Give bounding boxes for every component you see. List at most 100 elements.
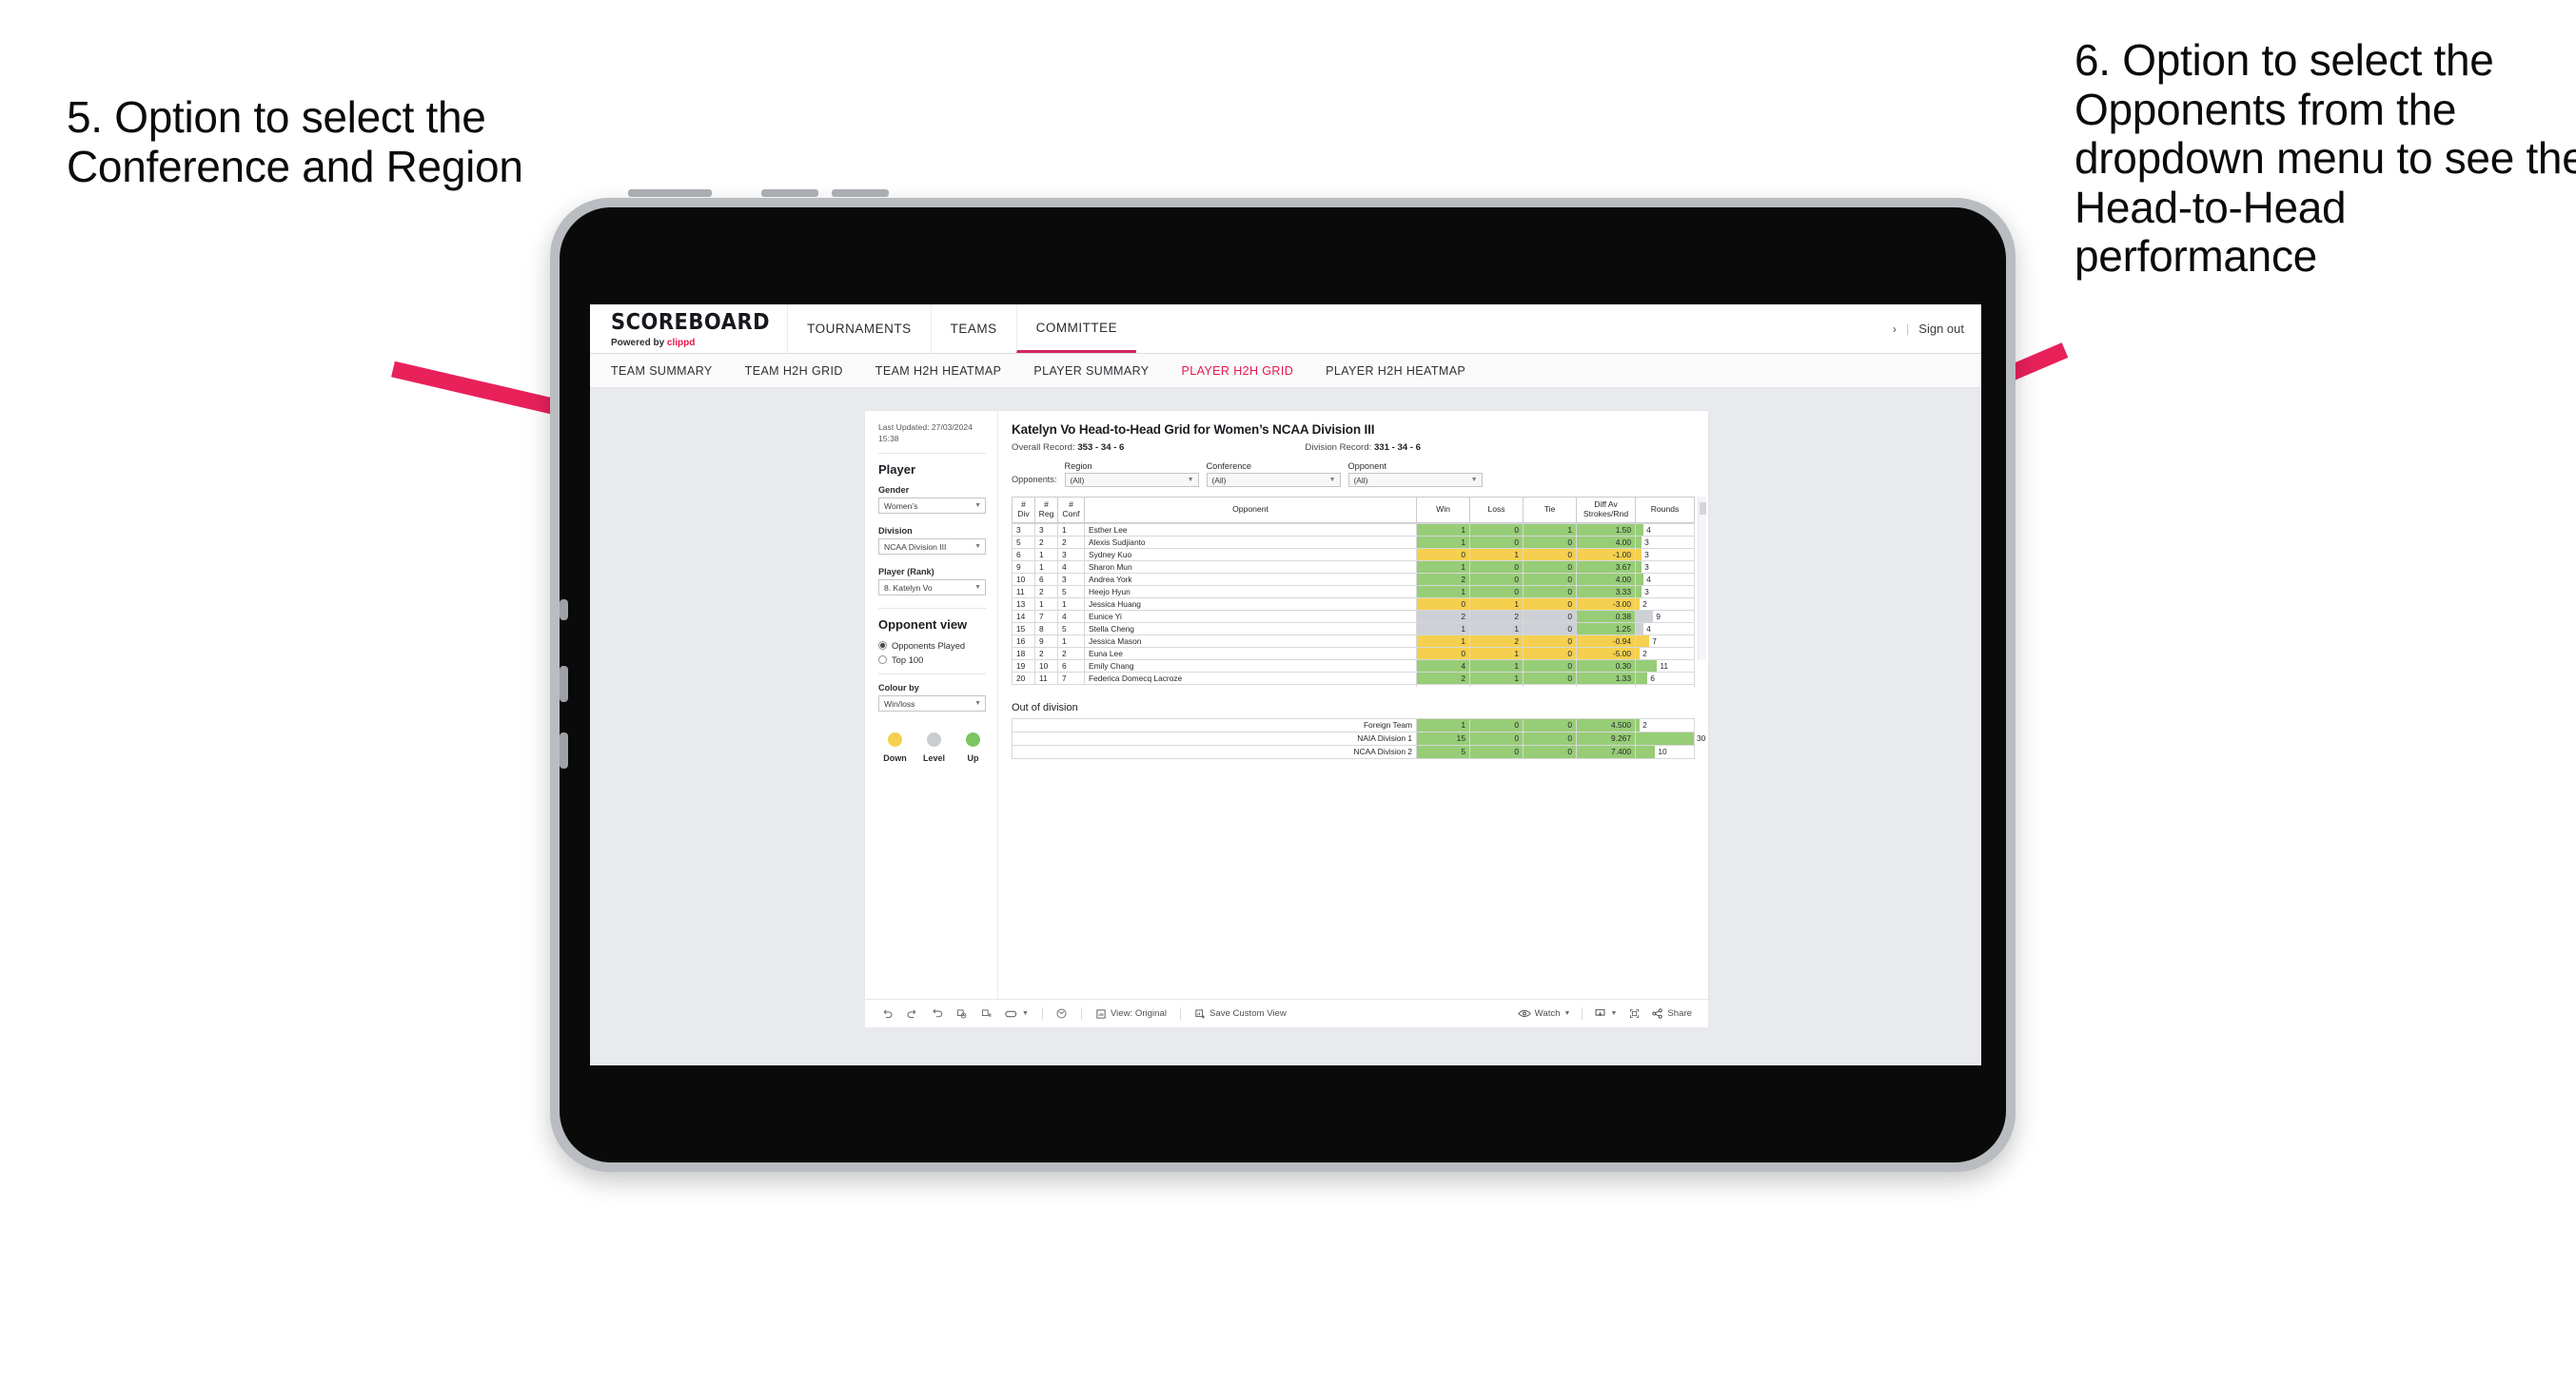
cell-reg: 8 [1034, 621, 1058, 635]
radio-icon-unselected [878, 655, 887, 665]
conference-filter-select[interactable]: (All) ▼ [1206, 473, 1341, 487]
globe-icon[interactable] [1052, 1004, 1072, 1025]
out-of-division-row[interactable]: NCAA Division 2 5 0 0 7.400 10 [1012, 744, 1695, 759]
cell-loss: 1 [1469, 596, 1524, 611]
annotation-right: 6. Option to select the Opponents from t… [2075, 35, 2576, 282]
cell-diff: 4.00 [1576, 572, 1636, 586]
cell-rounds: 11 [1635, 658, 1695, 673]
table-row[interactable]: 15 8 5 Stella Cheng 1 1 0 1.25 4 [1012, 621, 1695, 635]
table-row[interactable]: 13 1 1 Jessica Huang 0 1 0 -3.00 2 [1012, 596, 1695, 611]
chevron-down-icon: ▼ [1022, 1010, 1029, 1017]
cell-diff: 1.33 [1576, 671, 1636, 685]
cell-win: 1 [1416, 584, 1470, 598]
subnav-item-team-h2h-heatmap[interactable]: TEAM H2H HEATMAP [875, 364, 1002, 378]
nav-separator: | [1905, 322, 1910, 336]
column-header-7[interactable]: Diff Av Strokes/Rnd [1576, 497, 1636, 523]
table-row[interactable]: 18 2 2 Euna Lee 0 1 0 -5.00 2 [1012, 646, 1695, 660]
table-row[interactable]: 10 6 3 Andrea York 2 0 0 4.00 4 [1012, 572, 1695, 586]
region-filter-value: (All) [1070, 475, 1085, 485]
colour-by-label: Colour by [878, 683, 919, 693]
colour-by-select[interactable]: Win/loss ▼ [878, 695, 986, 713]
rounds-value: 4 [1646, 574, 1651, 584]
column-header-1[interactable]: # Reg [1034, 497, 1058, 523]
cell-reg: 6 [1034, 572, 1058, 586]
redo-icon[interactable] [901, 1004, 922, 1025]
sign-out-link[interactable]: Sign out [1918, 322, 1964, 336]
topnav-item-committee[interactable]: COMMITTEE [1015, 304, 1137, 353]
division-label: Division [878, 526, 913, 537]
column-header-0[interactable]: # Div [1012, 497, 1035, 523]
share-button[interactable]: Share [1646, 1007, 1697, 1020]
radio-top-100[interactable]: Top 100 [878, 654, 986, 665]
cell-diff: -3.00 [1576, 596, 1636, 611]
cell-opponent: Alexis Sudjianto [1084, 535, 1417, 549]
power-button [628, 189, 712, 197]
table-row[interactable]: 9 1 4 Sharon Mun 1 0 0 3.67 3 [1012, 559, 1695, 574]
subnav-item-player-h2h-grid[interactable]: PLAYER H2H GRID [1182, 364, 1294, 378]
save-custom-view-button[interactable]: Save Custom View [1190, 1008, 1291, 1020]
highlight-dropdown[interactable]: ▼ [1000, 1009, 1033, 1019]
table-row[interactable]: 16 9 1 Jessica Mason 1 2 0 -0.94 7 [1012, 634, 1695, 648]
brand-logo[interactable]: SCOREBOARD Powered by clippd [590, 304, 787, 353]
conference-filter-group: Conference (All) ▼ [1206, 461, 1341, 487]
cell-win: 2 [1416, 572, 1470, 586]
cell-reg: 1 [1034, 547, 1058, 561]
watch-button[interactable]: Watch ▼ [1513, 1008, 1576, 1019]
refresh-icon[interactable] [951, 1004, 972, 1025]
table-row[interactable]: 5 2 2 Alexis Sudjianto 1 0 0 4.00 3 [1012, 535, 1695, 549]
cell-conf: 5 [1057, 621, 1085, 635]
top-navigation-bar: SCOREBOARD Powered by clippd TOURNAMENTS… [590, 304, 1981, 354]
rounds-value: 9 [1656, 611, 1661, 621]
table-row[interactable]: 11 2 5 Heejo Hyun 1 0 0 3.33 3 [1012, 584, 1695, 598]
column-header-6[interactable]: Tie [1523, 497, 1577, 523]
table-row[interactable]: 3 3 1 Esther Lee 1 0 1 1.50 4 [1012, 522, 1695, 537]
chevron-right-icon[interactable]: › [1893, 322, 1897, 336]
topnav-item-teams[interactable]: TEAMS [930, 304, 1016, 353]
cell-opponent: Jessica Mason [1084, 634, 1417, 648]
revert-icon[interactable] [926, 1004, 947, 1025]
vertical-scrollbar[interactable] [1698, 497, 1706, 660]
rounds-bar [1636, 611, 1654, 622]
view-original-button[interactable]: View: Original [1091, 1008, 1171, 1020]
table-row[interactable]: 6 1 3 Sydney Kuo 0 1 0 -1.00 3 [1012, 547, 1695, 561]
player-rank-select[interactable]: 8. Katelyn Vo ▼ [878, 579, 986, 596]
topnav-item-tournaments[interactable]: TOURNAMENTS [787, 304, 931, 353]
cell-win: 1 [1416, 717, 1470, 732]
gender-select[interactable]: Women’s ▼ [878, 498, 986, 515]
subnav-item-player-h2h-heatmap[interactable]: PLAYER H2H HEATMAP [1326, 364, 1465, 378]
division-select[interactable]: NCAA Division III ▼ [878, 538, 986, 556]
cell-opponent: Emily Chang [1084, 658, 1417, 673]
column-header-3[interactable]: Opponent [1084, 497, 1417, 523]
subnav-item-team-summary[interactable]: TEAM SUMMARY [611, 364, 713, 378]
column-header-8[interactable]: Rounds [1635, 497, 1695, 523]
cell-tie: 0 [1523, 646, 1577, 660]
h2h-data-table: 3 3 1 Esther Lee 1 0 1 1.50 4 5 2 2 Alexis Sudjianto… [1012, 522, 1695, 687]
scrollbar-thumb[interactable] [1700, 502, 1706, 515]
h2h-grid-scroll-area[interactable]: 3 3 1 Esther Lee 1 0 1 1.50 4 5 2 2 Alexis Sudjianto… [1012, 522, 1695, 687]
cell-empty [1469, 683, 1524, 687]
table-row[interactable]: 14 7 4 Eunice Yi 2 2 0 0.38 9 [1012, 609, 1695, 623]
column-header-4[interactable]: Win [1416, 497, 1470, 523]
rounds-bar [1636, 574, 1644, 585]
cell-div: 11 [1012, 584, 1035, 598]
undo-icon[interactable] [876, 1004, 897, 1025]
download-button[interactable]: ▼ [1589, 1007, 1622, 1020]
radio-opponents-played[interactable]: Opponents Played [878, 640, 986, 651]
player-rank-label: Player (Rank) [878, 567, 934, 577]
table-row[interactable]: 20 11 7 Federica Domecq Lacroze 2 1 0 1.33 6 [1012, 671, 1695, 685]
table-row[interactable]: 19 10 6 Emily Chang 4 1 0 0.30 11 [1012, 658, 1695, 673]
cell-diff: -5.00 [1576, 646, 1636, 660]
subnav-item-player-summary[interactable]: PLAYER SUMMARY [1033, 364, 1149, 378]
cell-diff: 9.267 [1576, 731, 1636, 746]
cell-reg: 11 [1034, 671, 1058, 685]
column-header-5[interactable]: Loss [1469, 497, 1524, 523]
fullscreen-icon[interactable] [1623, 1004, 1644, 1025]
subnav-item-team-h2h-grid[interactable]: TEAM H2H GRID [745, 364, 843, 378]
out-of-division-row[interactable]: Foreign Team 1 0 0 4.500 2 [1012, 717, 1695, 732]
out-of-division-row[interactable]: NAIA Division 1 15 0 0 9.267 30 [1012, 731, 1705, 746]
region-filter-select[interactable]: (All) ▼ [1064, 473, 1199, 487]
pause-updates-icon[interactable] [975, 1004, 996, 1025]
column-header-2[interactable]: # Conf [1057, 497, 1085, 523]
opponent-filter-select[interactable]: (All) ▼ [1347, 473, 1483, 487]
legend-dot-down [888, 732, 902, 748]
